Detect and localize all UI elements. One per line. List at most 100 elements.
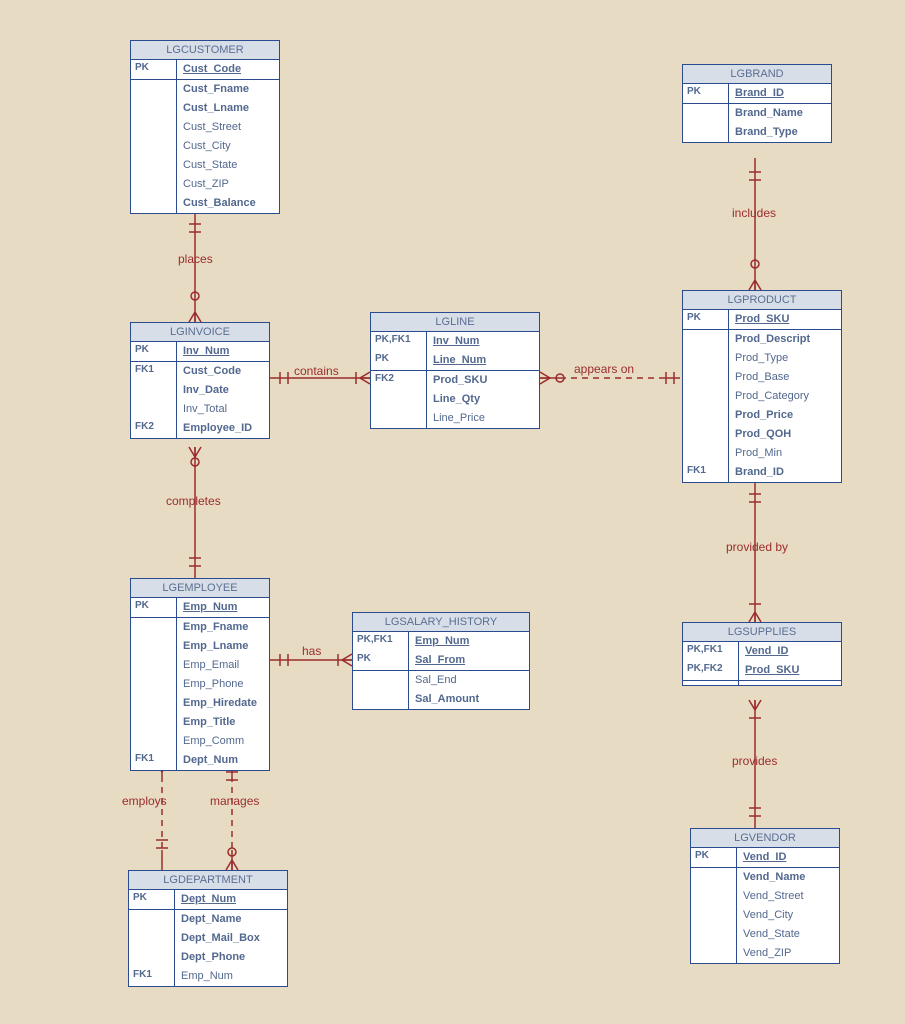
attribute: Emp_Comm <box>183 734 265 749</box>
rel-appears-on: appears on <box>574 362 634 376</box>
key-label: PK <box>131 60 177 79</box>
entity-title: LGEMPLOYEE <box>131 579 269 598</box>
attribute: Vend_ID <box>745 644 837 659</box>
key-label: PK <box>683 84 729 103</box>
rel-employs: employs <box>122 794 167 808</box>
key-label: PK <box>371 351 427 370</box>
key-label: PK <box>353 651 409 670</box>
key-label <box>683 681 739 685</box>
entity-lgbrand: LGBRANDPKBrand_IDBrand_NameBrand_Type <box>682 64 832 143</box>
attribute: Prod_Base <box>735 370 837 385</box>
key-label <box>691 906 737 925</box>
attribute: Line_Num <box>433 353 535 368</box>
entity-title: LGINVOICE <box>131 323 269 342</box>
key-label <box>691 887 737 906</box>
attribute: Brand_ID <box>735 465 837 480</box>
attribute: Inv_Date <box>183 383 265 398</box>
attribute: Emp_Phone <box>183 677 265 692</box>
attribute: Cust_Lname <box>183 101 275 116</box>
key-label <box>683 387 729 406</box>
attribute: Vend_ID <box>743 850 835 865</box>
attribute: Prod_Price <box>735 408 837 423</box>
attribute: Line_Qty <box>433 392 535 407</box>
key-label <box>129 910 175 929</box>
attribute: Prod_Descript <box>735 332 837 347</box>
key-label <box>683 425 729 444</box>
attribute: Cust_ZIP <box>183 177 275 192</box>
key-label <box>691 868 737 887</box>
key-label <box>131 175 177 194</box>
attribute: Emp_Hiredate <box>183 696 265 711</box>
attribute: Inv_Num <box>183 344 265 359</box>
key-label: FK2 <box>131 419 177 438</box>
entity-title: LGDEPARTMENT <box>129 871 287 890</box>
attribute: Dept_Phone <box>181 950 283 965</box>
rel-provides: provides <box>732 754 777 768</box>
key-label: PK,FK1 <box>371 332 427 351</box>
attribute: Sal_From <box>415 653 525 668</box>
key-label <box>353 671 409 690</box>
entity-title: LGLINE <box>371 313 539 332</box>
key-label: PK <box>131 342 177 361</box>
key-label: PK,FK1 <box>683 642 739 661</box>
attribute: Sal_End <box>415 673 525 688</box>
attribute: Vend_ZIP <box>743 946 835 961</box>
key-label <box>683 406 729 425</box>
key-label <box>131 732 177 751</box>
key-label <box>683 104 729 123</box>
key-label <box>131 137 177 156</box>
key-label: PK,FK1 <box>353 632 409 651</box>
attribute: Emp_Fname <box>183 620 265 635</box>
attribute: Emp_Email <box>183 658 265 673</box>
key-label: FK1 <box>131 362 177 381</box>
entity-title: LGBRAND <box>683 65 831 84</box>
key-label: PK <box>131 598 177 617</box>
entity-title: LGPRODUCT <box>683 291 841 310</box>
key-label <box>683 123 729 142</box>
attribute: Employee_ID <box>183 421 265 436</box>
key-label <box>131 381 177 400</box>
entity-lgvendor: LGVENDORPK Vend_ID Vend_Name Vend_Street Ven… <box>690 828 840 964</box>
key-label <box>683 444 729 463</box>
er-diagram: { "entities": { "lgcustomer": { "title":… <box>0 0 905 1024</box>
attribute: Vend_Street <box>743 889 835 904</box>
attribute: Brand_ID <box>735 86 827 101</box>
key-label: FK1 <box>131 751 177 770</box>
entity-title: LGVENDOR <box>691 829 839 848</box>
entity-lgsupplies: LGSUPPLIESPK,FK1Vend_IDPK,FK2Prod_SKU <box>682 622 842 686</box>
attribute: Sal_Amount <box>415 692 525 707</box>
key-label <box>131 618 177 637</box>
rel-completes: completes <box>166 494 221 508</box>
entity-lgline: LGLINEPK,FK1Inv_NumPKLine_NumFK2Prod_SKU… <box>370 312 540 429</box>
key-label <box>691 944 737 963</box>
entity-lginvoice: LGINVOICEPKInv_NumFK1Cust_CodeInv_DateIn… <box>130 322 270 439</box>
key-label <box>131 194 177 213</box>
key-label: PK <box>683 310 729 329</box>
attribute: Cust_Fname <box>183 82 275 97</box>
attribute: Prod_SKU <box>735 312 837 327</box>
key-label <box>131 99 177 118</box>
attribute: Cust_Balance <box>183 196 275 211</box>
key-label <box>131 694 177 713</box>
attribute: Inv_Total <box>183 402 265 417</box>
attribute: Dept_Mail_Box <box>181 931 283 946</box>
key-label <box>131 675 177 694</box>
key-label <box>691 925 737 944</box>
key-label <box>131 713 177 732</box>
attribute: Vend_Name <box>743 870 835 885</box>
attribute: Vend_State <box>743 927 835 942</box>
attribute: Line_Price <box>433 411 535 426</box>
attribute: Cust_City <box>183 139 275 154</box>
entity-lgproduct: LGPRODUCTPKProd_SKUProd_DescriptProd_Typ… <box>682 290 842 483</box>
entity-lgemployee: LGEMPLOYEEPKEmp_NumEmp_FnameEmp_LnameEmp… <box>130 578 270 771</box>
rel-has: has <box>302 644 321 658</box>
attribute: Dept_Num <box>181 892 283 907</box>
entity-lgcustomer: LGCUSTOMERPKCust_CodeCust_FnameCust_Lnam… <box>130 40 280 214</box>
key-label: PK <box>691 848 737 867</box>
attribute: Prod_SKU <box>745 663 837 678</box>
attribute: Emp_Num <box>415 634 525 649</box>
rel-includes: includes <box>732 206 776 220</box>
attribute: Brand_Type <box>735 125 827 140</box>
key-label: PK <box>129 890 175 909</box>
key-label <box>371 390 427 409</box>
